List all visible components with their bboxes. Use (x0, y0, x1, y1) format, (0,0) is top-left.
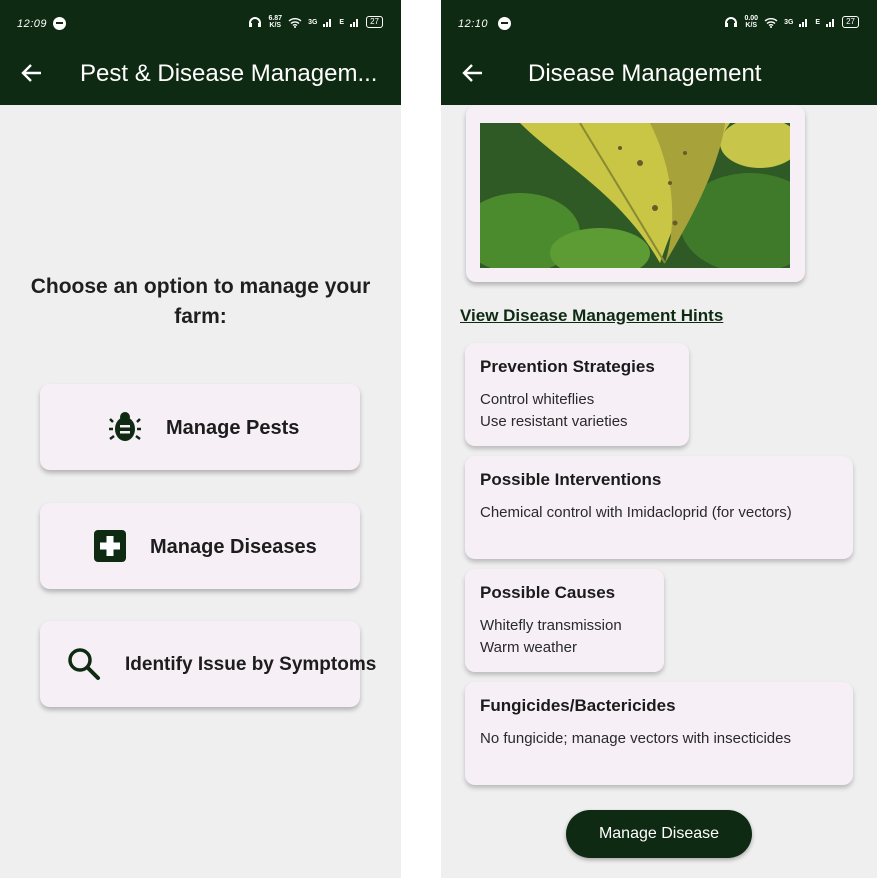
headphones-icon (725, 17, 738, 27)
diseased-leaf-photo (480, 123, 790, 268)
possible-causes-card: Possible Causes Whitefly transmission Wa… (465, 569, 664, 672)
status-icons: 0.00 K/S 3G E 27 (724, 15, 859, 29)
wifi-icon (288, 17, 302, 28)
battery-indicator: 27 (842, 16, 859, 28)
card-line: Whitefly transmission (480, 617, 622, 634)
network-3g: 3G (308, 18, 318, 26)
status-time: 12:10 (458, 18, 489, 30)
headphones-icon (249, 17, 262, 27)
prevention-strategies-card: Prevention Strategies Control whiteflies… (465, 343, 689, 446)
card-line: Use resistant varieties (480, 413, 628, 430)
status-time: 12:09 (17, 18, 48, 30)
app-bar: Disease Management (441, 48, 877, 105)
manage-pests-button[interactable]: Manage Pests (40, 384, 360, 470)
message-notification-icon (498, 17, 511, 30)
manage-disease-button[interactable]: Manage Disease (566, 810, 752, 858)
disease-image-card (466, 105, 805, 282)
net-speed: 0.00 K/S (744, 15, 759, 29)
fungicides-bactericides-card: Fungicides/Bactericides No fungicide; ma… (465, 682, 853, 785)
status-bar: 12:10 0.00 K/S 3G E 27 (441, 0, 877, 48)
card-title: Prevention Strategies (480, 357, 655, 376)
card-title: Possible Causes (480, 583, 616, 602)
status-icons: 6.87 K/S 3G E 27 (248, 15, 383, 29)
wifi-icon (764, 17, 778, 28)
net-speed: 6.87 K/S (268, 15, 283, 29)
disease-management-screen: 12:10 0.00 K/S 3G E 27 Disease Management (441, 0, 877, 878)
card-line: Control whiteflies (480, 391, 595, 408)
card-line: Chemical control with Imidacloprid (for … (480, 504, 792, 521)
status-bar: 12:09 6.87 K/S 3G E 27 (0, 0, 401, 48)
message-notification-icon (53, 17, 66, 30)
network-e: E (815, 18, 821, 26)
search-icon (68, 648, 100, 680)
signal-icon (799, 19, 808, 27)
back-arrow-icon[interactable] (21, 62, 43, 84)
card-line: Warm weather (480, 639, 577, 656)
card-title: Possible Interventions (480, 470, 662, 489)
choose-option-heading: Choose an option to manage your farm: (30, 275, 371, 328)
manage-diseases-button[interactable]: Manage Diseases (40, 503, 360, 589)
back-arrow-icon[interactable] (462, 62, 484, 84)
signal-icon-2 (350, 19, 359, 27)
identify-issue-label: Identify Issue by Symptoms (125, 654, 377, 675)
page-title: Disease Management (528, 60, 762, 87)
network-3g: 3G (784, 18, 794, 26)
view-hints-link[interactable]: View Disease Management Hints (460, 306, 723, 326)
possible-interventions-card: Possible Interventions Chemical control … (465, 456, 853, 559)
bug-icon (109, 412, 141, 441)
signal-icon-2 (826, 19, 835, 27)
manage-pests-label: Manage Pests (166, 417, 300, 439)
identify-issue-button[interactable]: Identify Issue by Symptoms (40, 621, 376, 707)
battery-indicator: 27 (366, 16, 383, 28)
app-bar: Pest & Disease Managem... (0, 48, 401, 105)
card-title: Fungicides/Bactericides (480, 696, 676, 715)
signal-icon (323, 19, 332, 27)
medical-cross-icon (94, 530, 126, 562)
network-e: E (339, 18, 345, 26)
card-line: No fungicide; manage vectors with insect… (480, 730, 791, 747)
manage-diseases-label: Manage Diseases (150, 536, 317, 558)
pest-disease-screen: 12:09 6.87 K/S 3G E 27 Pest & Disease Man… (0, 0, 401, 878)
page-title: Pest & Disease Managem... (80, 60, 378, 87)
